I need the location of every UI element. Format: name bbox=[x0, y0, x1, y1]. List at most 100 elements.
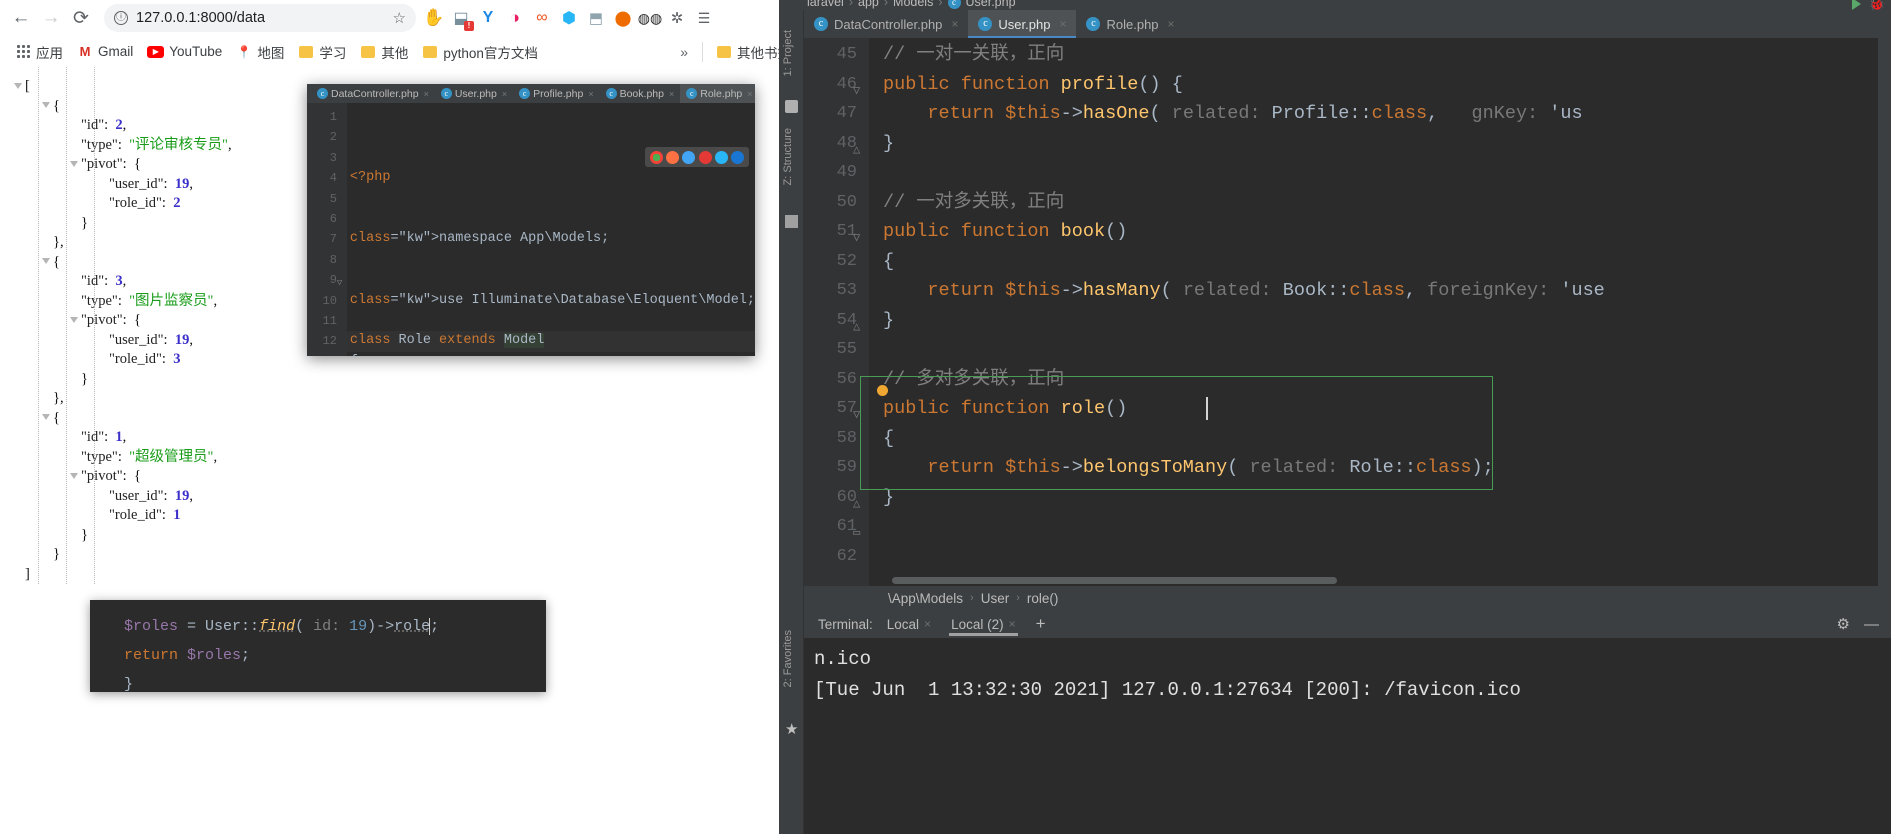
forward-button[interactable]: → bbox=[36, 3, 66, 33]
adblock-extension-icon[interactable]: ✋ bbox=[422, 6, 446, 30]
code-fold-icon[interactable]: △ bbox=[853, 490, 860, 520]
floating-window-code[interactable]: <?php class="kw">namespace App\Models; c… bbox=[337, 103, 755, 356]
breadcrumb-app[interactable]: app bbox=[858, 0, 879, 9]
breadcrumb-method[interactable]: role() bbox=[1027, 591, 1059, 606]
code-fold-icon[interactable]: ▽ bbox=[853, 401, 860, 431]
code-fold-icon[interactable]: △ bbox=[337, 355, 342, 356]
disclosure-triangle-icon[interactable] bbox=[42, 258, 50, 265]
floating-tab-profile[interactable]: c Profile.php × bbox=[513, 84, 599, 103]
code-fold-icon[interactable]: ▭ bbox=[853, 519, 860, 549]
disclosure-triangle-icon[interactable] bbox=[70, 316, 78, 323]
floating-editor-window[interactable]: c DataController.php × c User.php × c Profile.p… bbox=[307, 84, 755, 356]
structure-bars-icon[interactable] bbox=[785, 215, 798, 228]
bookmark-other[interactable]: 其他 bbox=[353, 39, 415, 65]
floating-tab-datacontroller[interactable]: c DataController.php × bbox=[311, 84, 435, 103]
infinity-extension-icon[interactable]: ∞ bbox=[530, 6, 554, 30]
downloads-extension-icon[interactable]: ⬓! bbox=[449, 6, 474, 31]
site-info-icon[interactable]: ⓘ bbox=[114, 11, 128, 25]
disclosure-triangle-icon[interactable] bbox=[70, 472, 78, 479]
opera-gx-preview-icon[interactable] bbox=[682, 150, 696, 164]
sidebar-item-structure[interactable]: Z: Structure bbox=[782, 128, 794, 185]
breadcrumb-namespace[interactable]: \App\Models bbox=[888, 591, 963, 606]
intention-bulb-icon[interactable] bbox=[877, 385, 888, 396]
gem-extension-icon[interactable]: ⬢ bbox=[557, 6, 581, 30]
line-number: 2 bbox=[329, 130, 337, 145]
disclosure-triangle-icon[interactable] bbox=[14, 82, 22, 89]
code-fold-icon[interactable]: △ bbox=[853, 136, 860, 166]
bookmark-gmail[interactable]: M Gmail bbox=[70, 41, 140, 63]
close-icon[interactable]: × bbox=[1168, 17, 1175, 31]
terminal-output[interactable]: n.ico [Tue Jun 1 13:32:30 2021] 127.0.0.1… bbox=[804, 638, 1891, 834]
bookmarks-overflow-chevron[interactable]: » bbox=[672, 44, 696, 60]
code-fold-icon[interactable]: ▽ bbox=[853, 77, 860, 107]
code-fold-icon[interactable]: △ bbox=[853, 313, 860, 343]
bookmark-maps[interactable]: 📍 地图 bbox=[229, 39, 291, 65]
editor-tab-user[interactable]: c User.php × bbox=[968, 10, 1077, 38]
breadcrumb-class[interactable]: User bbox=[981, 591, 1010, 606]
playlist-extension-icon[interactable]: ☰ bbox=[692, 6, 716, 30]
close-icon[interactable]: × bbox=[669, 89, 674, 99]
disclosure-triangle-icon[interactable] bbox=[70, 160, 78, 167]
code-fold-icon[interactable]: ▽ bbox=[337, 273, 342, 293]
reload-button[interactable]: ⟳ bbox=[66, 3, 96, 33]
bookmark-youtube[interactable]: ▶ YouTube bbox=[140, 41, 229, 62]
chrome-preview-icon[interactable] bbox=[649, 150, 663, 164]
add-terminal-button[interactable]: + bbox=[1026, 614, 1056, 634]
close-icon[interactable]: × bbox=[588, 89, 593, 99]
floating-tab-role[interactable]: c Role.php × bbox=[680, 84, 755, 103]
json-key: "type" bbox=[81, 448, 118, 465]
disclosure-triangle-icon[interactable] bbox=[42, 102, 50, 109]
edge-preview-icon[interactable] bbox=[731, 150, 745, 164]
floating-tab-book[interactable]: c Book.php × bbox=[600, 84, 681, 103]
code-line: { bbox=[347, 352, 755, 356]
browser-preview-toolbar[interactable] bbox=[645, 147, 749, 167]
project-folder-icon[interactable] bbox=[785, 100, 798, 113]
close-icon[interactable]: × bbox=[502, 89, 507, 99]
ide-code-editor[interactable]: 45 46 47 48 49 50 51 52 53 54 55 56 57 58 59 60 61 62 // … bbox=[804, 38, 1891, 586]
breadcrumb-models[interactable]: Models bbox=[893, 0, 933, 9]
close-icon[interactable]: × bbox=[1059, 17, 1066, 31]
breadcrumb-project[interactable]: laravel bbox=[807, 0, 844, 9]
back-button[interactable]: ← bbox=[6, 3, 36, 33]
pause-extension-icon[interactable]: ◑ bbox=[503, 6, 527, 30]
bookmark-study[interactable]: 学习 bbox=[291, 39, 353, 65]
floating-tab-user[interactable]: c User.php × bbox=[435, 84, 513, 103]
bookmark-python-docs[interactable]: python官方文档 bbox=[415, 39, 545, 65]
capture-extension-icon[interactable]: ⬒ bbox=[584, 6, 608, 30]
editor-tab-datacontroller[interactable]: c DataController.php × bbox=[804, 10, 968, 38]
breadcrumb-file[interactable]: User.php bbox=[966, 0, 1016, 9]
opera-preview-icon[interactable] bbox=[698, 150, 712, 164]
address-bar[interactable]: ⓘ 127.0.0.1:8000/data ☆ bbox=[104, 4, 416, 32]
cookie-extension-icon[interactable]: ⬤ bbox=[611, 6, 635, 30]
bookmark-star-icon[interactable]: ☆ bbox=[393, 9, 406, 27]
code-snippet-overlay[interactable]: $roles = User::find( id: 19)->role; retur… bbox=[90, 600, 546, 692]
close-icon[interactable]: × bbox=[1009, 617, 1016, 631]
ide-source-code[interactable]: // 一对一关联，正向 public function profile() { r… bbox=[853, 38, 1891, 586]
puzzle-extension-icon[interactable]: ✲ bbox=[665, 6, 689, 30]
line-number: 58 bbox=[836, 428, 857, 448]
disclosure-triangle-icon[interactable] bbox=[42, 414, 50, 421]
gear-icon[interactable]: ⚙ bbox=[1837, 615, 1850, 633]
bookmark-apps[interactable]: 应用 bbox=[8, 39, 70, 65]
editor-tab-role[interactable]: c Role.php × bbox=[1076, 10, 1184, 38]
edge-old-preview-icon[interactable] bbox=[714, 150, 728, 164]
close-icon[interactable]: × bbox=[424, 89, 429, 99]
run-icon[interactable] bbox=[1851, 0, 1861, 10]
minimize-icon[interactable]: — bbox=[1864, 616, 1879, 633]
code-fold-icon[interactable]: ▽ bbox=[853, 224, 860, 254]
terminal-tab-local-2[interactable]: Local (2) × bbox=[941, 610, 1026, 638]
yandex-extension-icon[interactable]: Y bbox=[476, 6, 500, 30]
editor-horizontal-scrollbar[interactable] bbox=[892, 577, 1337, 584]
terminal-tab-local[interactable]: Local × bbox=[877, 610, 941, 638]
close-icon[interactable]: × bbox=[951, 17, 958, 31]
sidebar-item-project[interactable]: 1: Project bbox=[782, 30, 794, 76]
sidebar-item-favorites[interactable]: 2: Favorites bbox=[782, 630, 794, 687]
address-bar-url[interactable]: 127.0.0.1:8000/data bbox=[136, 10, 385, 26]
firefox-preview-icon[interactable] bbox=[665, 150, 679, 164]
favorites-star-icon[interactable]: ★ bbox=[785, 720, 798, 738]
close-icon[interactable]: × bbox=[924, 617, 931, 631]
glasses-extension-icon[interactable]: ◍◍ bbox=[638, 6, 662, 30]
close-icon[interactable]: × bbox=[747, 89, 752, 99]
